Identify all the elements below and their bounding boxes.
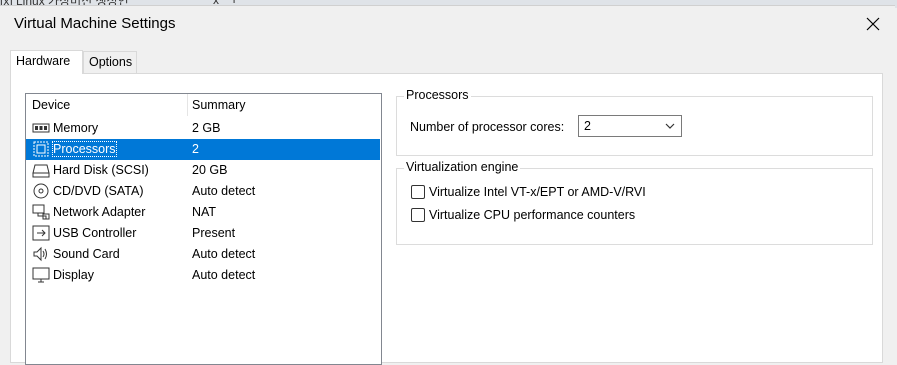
device-name: Hard Disk (SCSI) (53, 163, 149, 177)
device-row-display[interactable]: Display Auto detect (26, 265, 380, 286)
device-name: Sound Card (53, 247, 120, 261)
tab-options[interactable]: Options (83, 51, 137, 73)
device-list-header: Device Summary (26, 94, 381, 116)
device-row-sound-card[interactable]: Sound Card Auto detect (26, 244, 380, 265)
close-button[interactable] (860, 12, 886, 36)
device-row-cd-dvd[interactable]: CD/DVD (SATA) Auto detect (26, 181, 380, 202)
device-name: CD/DVD (SATA) (53, 184, 144, 198)
tab-hardware[interactable]: Hardware (10, 50, 83, 74)
processor-cores-select[interactable]: 2 (578, 115, 682, 137)
device-name: Memory (53, 121, 99, 135)
hardware-panel: Device Summary Memory 2 GB Processors 2 (10, 73, 883, 365)
virtualize-vtx-label[interactable]: Virtualize Intel VT-x/EPT or AMD-V/RVI (429, 185, 646, 199)
device-row-memory[interactable]: Memory 2 GB (26, 118, 380, 139)
chevron-down-icon (665, 123, 675, 129)
device-row-hard-disk[interactable]: Hard Disk (SCSI) 20 GB (26, 160, 380, 181)
processor-cores-value: 2 (584, 119, 591, 133)
virtualize-perf-counters-checkbox[interactable] (411, 208, 425, 222)
device-name: Display (53, 268, 94, 282)
virtualize-vtx-checkbox[interactable] (411, 185, 425, 199)
close-icon (866, 17, 880, 31)
virtualize-perf-counters-label[interactable]: Virtualize CPU performance counters (429, 208, 635, 222)
device-summary: Auto detect (192, 184, 256, 198)
device-summary: NAT (192, 205, 217, 219)
device-row-processors[interactable]: Processors 2 (26, 139, 380, 160)
vm-settings-dialog: Virtual Machine Settings Hardware Option… (0, 5, 895, 365)
sound-card-icon (33, 246, 47, 262)
device-list[interactable]: Device Summary Memory 2 GB Processors 2 (25, 93, 382, 365)
column-header-device[interactable]: Device (32, 98, 70, 112)
processor-cores-label: Number of processor cores: (410, 120, 565, 134)
usb-icon (32, 225, 50, 241)
device-summary: 2 GB (192, 121, 221, 135)
column-separator[interactable] (187, 94, 188, 116)
device-summary: Auto detect (192, 247, 256, 261)
device-summary: 2 (192, 142, 199, 156)
network-adapter-icon (32, 204, 50, 220)
processors-group-title: Processors (404, 88, 471, 102)
device-name: Network Adapter (53, 205, 146, 219)
hard-disk-icon (32, 164, 50, 178)
processors-group: Processors Number of processor cores: 2 (396, 88, 873, 156)
cd-dvd-icon (33, 183, 49, 199)
display-icon (32, 267, 50, 283)
virtualization-group-title: Virtualization engine (404, 160, 521, 174)
device-row-usb-controller[interactable]: USB Controller Present (26, 223, 380, 244)
device-name: Processors (52, 141, 117, 157)
virtualization-group: Virtualization engine Virtualize Intel V… (396, 160, 873, 245)
device-summary: 20 GB (192, 163, 228, 177)
column-header-summary[interactable]: Summary (192, 98, 245, 112)
dialog-title: Virtual Machine Settings (14, 15, 176, 32)
device-summary: Auto detect (192, 268, 256, 282)
device-summary: Present (192, 226, 236, 240)
processor-icon (33, 141, 49, 157)
memory-icon (32, 123, 50, 133)
device-name: USB Controller (53, 226, 137, 240)
device-row-network-adapter[interactable]: Network Adapter NAT (26, 202, 380, 223)
